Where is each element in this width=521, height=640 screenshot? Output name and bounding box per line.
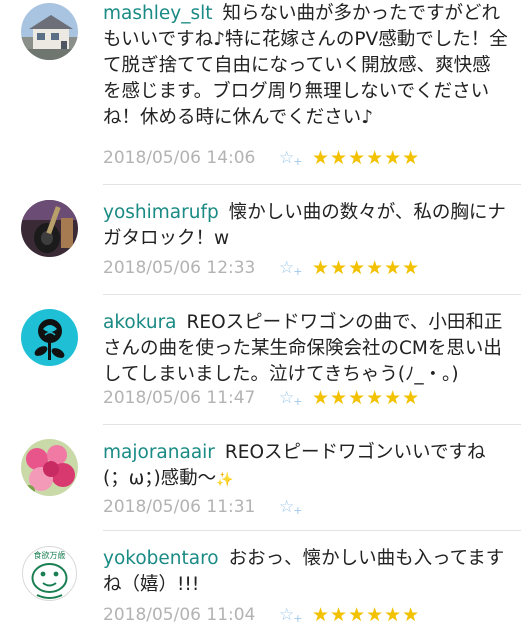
add-star-icon[interactable]: ☆+ <box>279 605 312 625</box>
comment-body: mashley_slt 知らない曲が多かったですがどれもいいですね♪特に花嫁さんの… <box>103 1 509 131</box>
sparkle-icon: ✨ <box>216 472 234 488</box>
comment-item: majoranaair REOスピードワゴンいいですね(；ω；)感動〜✨ 2018… <box>0 425 521 531</box>
comment-meta: 2018/05/06 11:47 ☆+ ★★★★★★ <box>103 386 420 410</box>
cartoon-face-icon: 食欲万歳 <box>21 545 78 602</box>
timestamp: 2018/05/06 14:06 <box>103 148 256 168</box>
comment-meta: 2018/05/06 12:33 ☆+ ★★★★★★ <box>103 256 420 280</box>
timestamp: 2018/05/06 12:33 <box>103 258 256 278</box>
comment-list: mashley_slt 知らない曲が多かったですがどれもいいですね♪特に花嫁さんの… <box>0 0 521 640</box>
rose-silhouette-icon <box>21 309 78 366</box>
avatar[interactable] <box>21 309 78 366</box>
svg-text:食欲万歳: 食欲万歳 <box>34 550 66 560</box>
comment-item: akokura REOスピードワゴンの曲で、小田和正さんの曲を使った某生命保険会社… <box>0 295 521 425</box>
avatar[interactable] <box>21 439 78 496</box>
flowers-photo-icon <box>21 439 78 496</box>
add-star-icon[interactable]: ☆+ <box>279 388 312 408</box>
avatar[interactable] <box>21 200 78 257</box>
avatar[interactable] <box>21 3 78 60</box>
comment-body: majoranaair REOスピードワゴンいいですね(；ω；)感動〜✨ <box>103 440 509 493</box>
comment-body: akokura REOスピードワゴンの曲で、小田和正さんの曲を使った某生命保険会社… <box>103 310 509 388</box>
timestamp: 2018/05/06 11:47 <box>103 388 256 408</box>
star-rating: ★★★★★★ <box>312 147 421 169</box>
username-link[interactable]: akokura <box>103 312 177 333</box>
add-star-icon[interactable]: ☆+ <box>279 258 312 278</box>
timestamp: 2018/05/06 11:31 <box>103 497 256 517</box>
timestamp: 2018/05/06 11:04 <box>103 605 256 625</box>
house-photo-icon <box>21 3 78 60</box>
username-link[interactable]: yokobentaro <box>103 548 219 569</box>
comment-item: 食欲万歳 yokobentaro おおっ、懐かしい曲も入ってますね（嬉）!!! 2… <box>0 531 521 640</box>
star-rating: ★★★★★★ <box>312 387 421 409</box>
guitar-photo-icon <box>21 200 78 257</box>
username-link[interactable]: majoranaair <box>103 442 215 463</box>
comment-item: yoshimarufp 懐かしい曲の数々が、私の胸にナガタロック！w 2018/0… <box>0 185 521 295</box>
avatar[interactable]: 食欲万歳 <box>21 545 78 602</box>
comment-meta: 2018/05/06 14:06 ☆+ ★★★★★★ <box>103 146 420 170</box>
comment-body: yoshimarufp 懐かしい曲の数々が、私の胸にナガタロック！w <box>103 200 509 252</box>
username-link[interactable]: mashley_slt <box>103 3 212 24</box>
comment-body: yokobentaro おおっ、懐かしい曲も入ってますね（嬉）!!! <box>103 546 509 598</box>
star-rating: ★★★★★★ <box>312 257 421 279</box>
comment-meta: 2018/05/06 11:04 ☆+ ★★★★★★ <box>103 603 420 627</box>
add-star-icon[interactable]: ☆+ <box>279 148 312 168</box>
comment-meta: 2018/05/06 11:31 ☆+ <box>103 495 312 519</box>
add-star-icon[interactable]: ☆+ <box>279 497 312 517</box>
username-link[interactable]: yoshimarufp <box>103 202 219 223</box>
star-rating: ★★★★★★ <box>312 604 421 626</box>
comment-item: mashley_slt 知らない曲が多かったですがどれもいいですね♪特に花嫁さんの… <box>0 0 521 185</box>
